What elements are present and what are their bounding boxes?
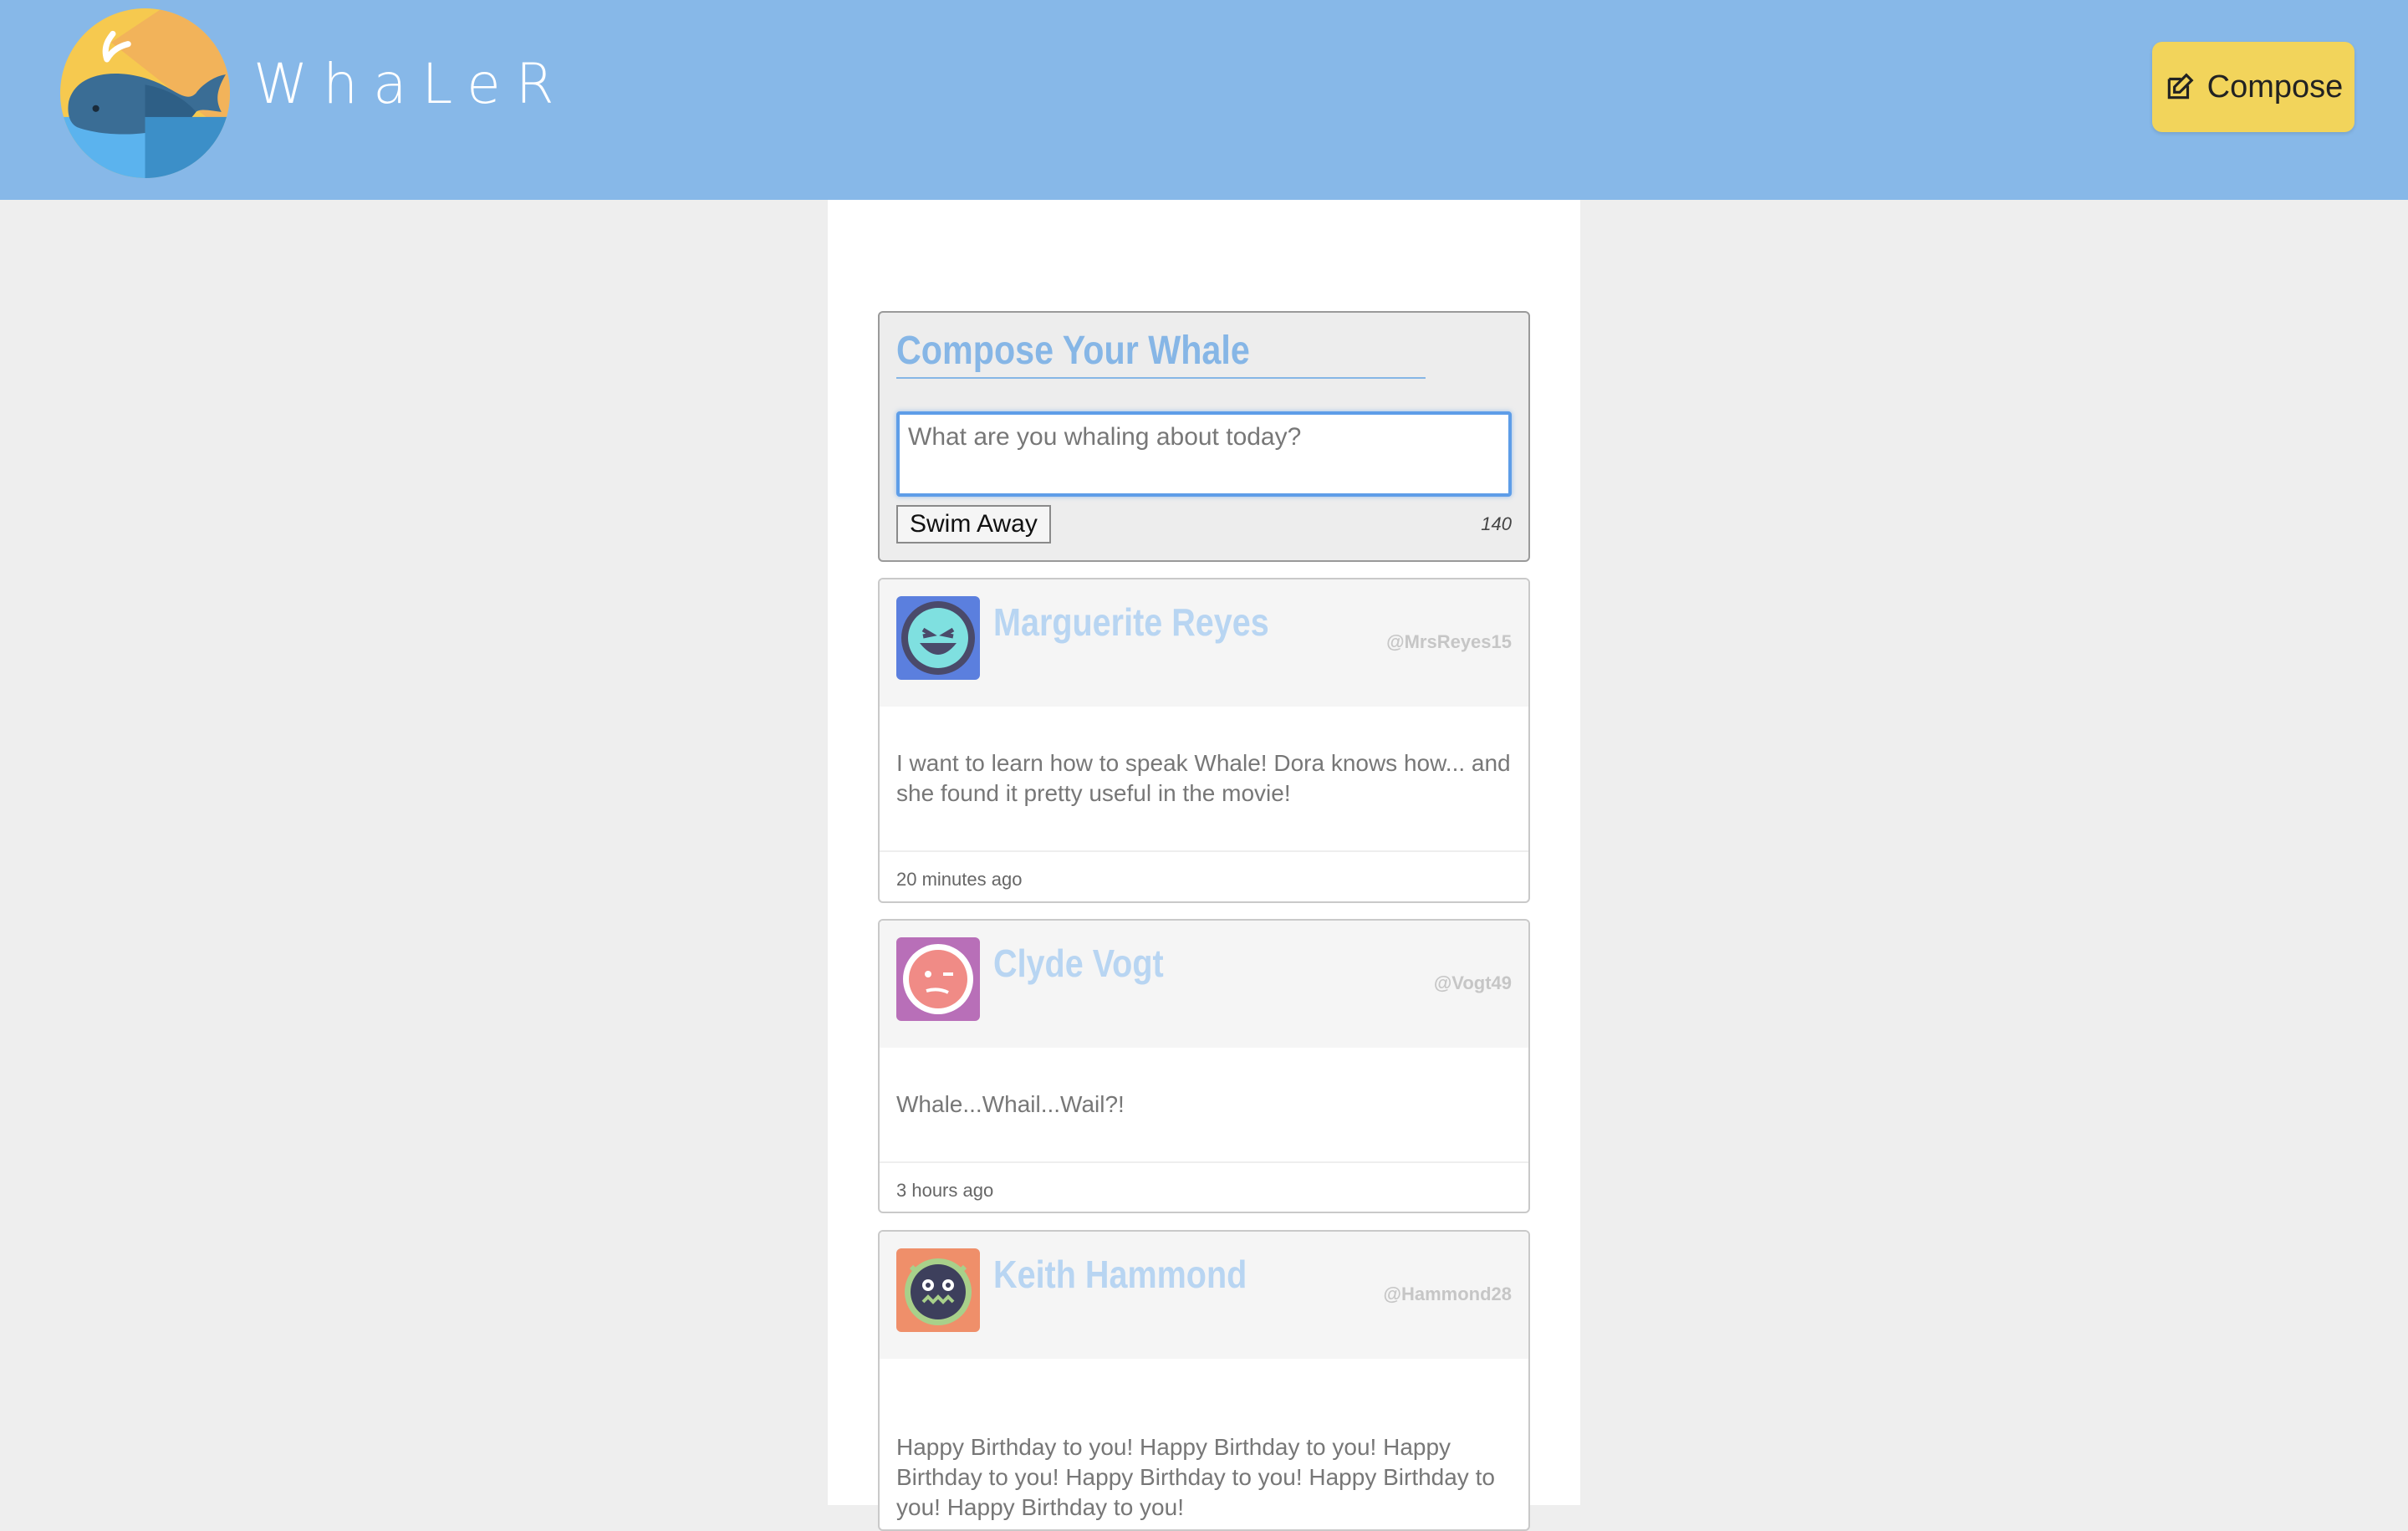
compose-card: Compose Your Whale Swim Away 140: [878, 311, 1530, 562]
post-header: Clyde Vogt @Vogt49: [880, 921, 1528, 1048]
post-footer: 20 minutes ago: [880, 850, 1528, 901]
post-text: I want to learn how to speak Whale! Dora…: [896, 750, 1511, 806]
post-header: Keith Hammond @Hammond28: [880, 1232, 1528, 1359]
avatar[interactable]: [896, 596, 980, 680]
post-author-handle[interactable]: @Vogt49: [1434, 972, 1512, 994]
feed-column: Compose Your Whale Swim Away 140 Marguer…: [828, 200, 1580, 1531]
post-timestamp: 20 minutes ago: [896, 869, 1023, 890]
post-text: Whale...Whail...Wail?!: [896, 1091, 1125, 1117]
swim-away-button[interactable]: Swim Away: [896, 505, 1051, 544]
post-card: Marguerite Reyes @MrsReyes15 I want to l…: [878, 578, 1530, 903]
whale-input[interactable]: [896, 411, 1512, 497]
post-author-handle[interactable]: @MrsReyes15: [1386, 631, 1512, 653]
char-count: 140: [1481, 513, 1512, 534]
monster-face-icon: [896, 1248, 980, 1332]
top-bar: WhaLeR Compose: [0, 0, 2408, 200]
winking-face-icon: [896, 937, 980, 1021]
avatar[interactable]: [896, 1248, 980, 1332]
post-footer: 3 hours ago: [880, 1161, 1528, 1212]
brand-title: WhaLeR: [253, 52, 569, 116]
post-author-name[interactable]: Keith Hammond: [993, 1252, 1247, 1297]
compose-button-label: Compose: [2206, 69, 2344, 105]
post-author-handle[interactable]: @Hammond28: [1384, 1283, 1512, 1305]
edit-icon: [2167, 73, 2194, 100]
post-card: Keith Hammond @Hammond28 Happy Birthday …: [878, 1230, 1530, 1531]
laughing-face-icon: [896, 596, 980, 680]
whale-logo-icon[interactable]: [60, 8, 230, 178]
post-timestamp: 3 hours ago: [896, 1180, 994, 1201]
post-text: Happy Birthday to you! Happy Birthday to…: [896, 1434, 1495, 1520]
post-author-name[interactable]: Clyde Vogt: [993, 941, 1164, 986]
post-card: Clyde Vogt @Vogt49 Whale...Whail...Wail?…: [878, 919, 1530, 1213]
avatar[interactable]: [896, 937, 980, 1021]
compose-button[interactable]: Compose: [2152, 42, 2354, 132]
post-header: Marguerite Reyes @MrsReyes15: [880, 579, 1528, 707]
compose-title: Compose Your Whale: [896, 328, 1426, 379]
post-author-name[interactable]: Marguerite Reyes: [993, 600, 1269, 645]
